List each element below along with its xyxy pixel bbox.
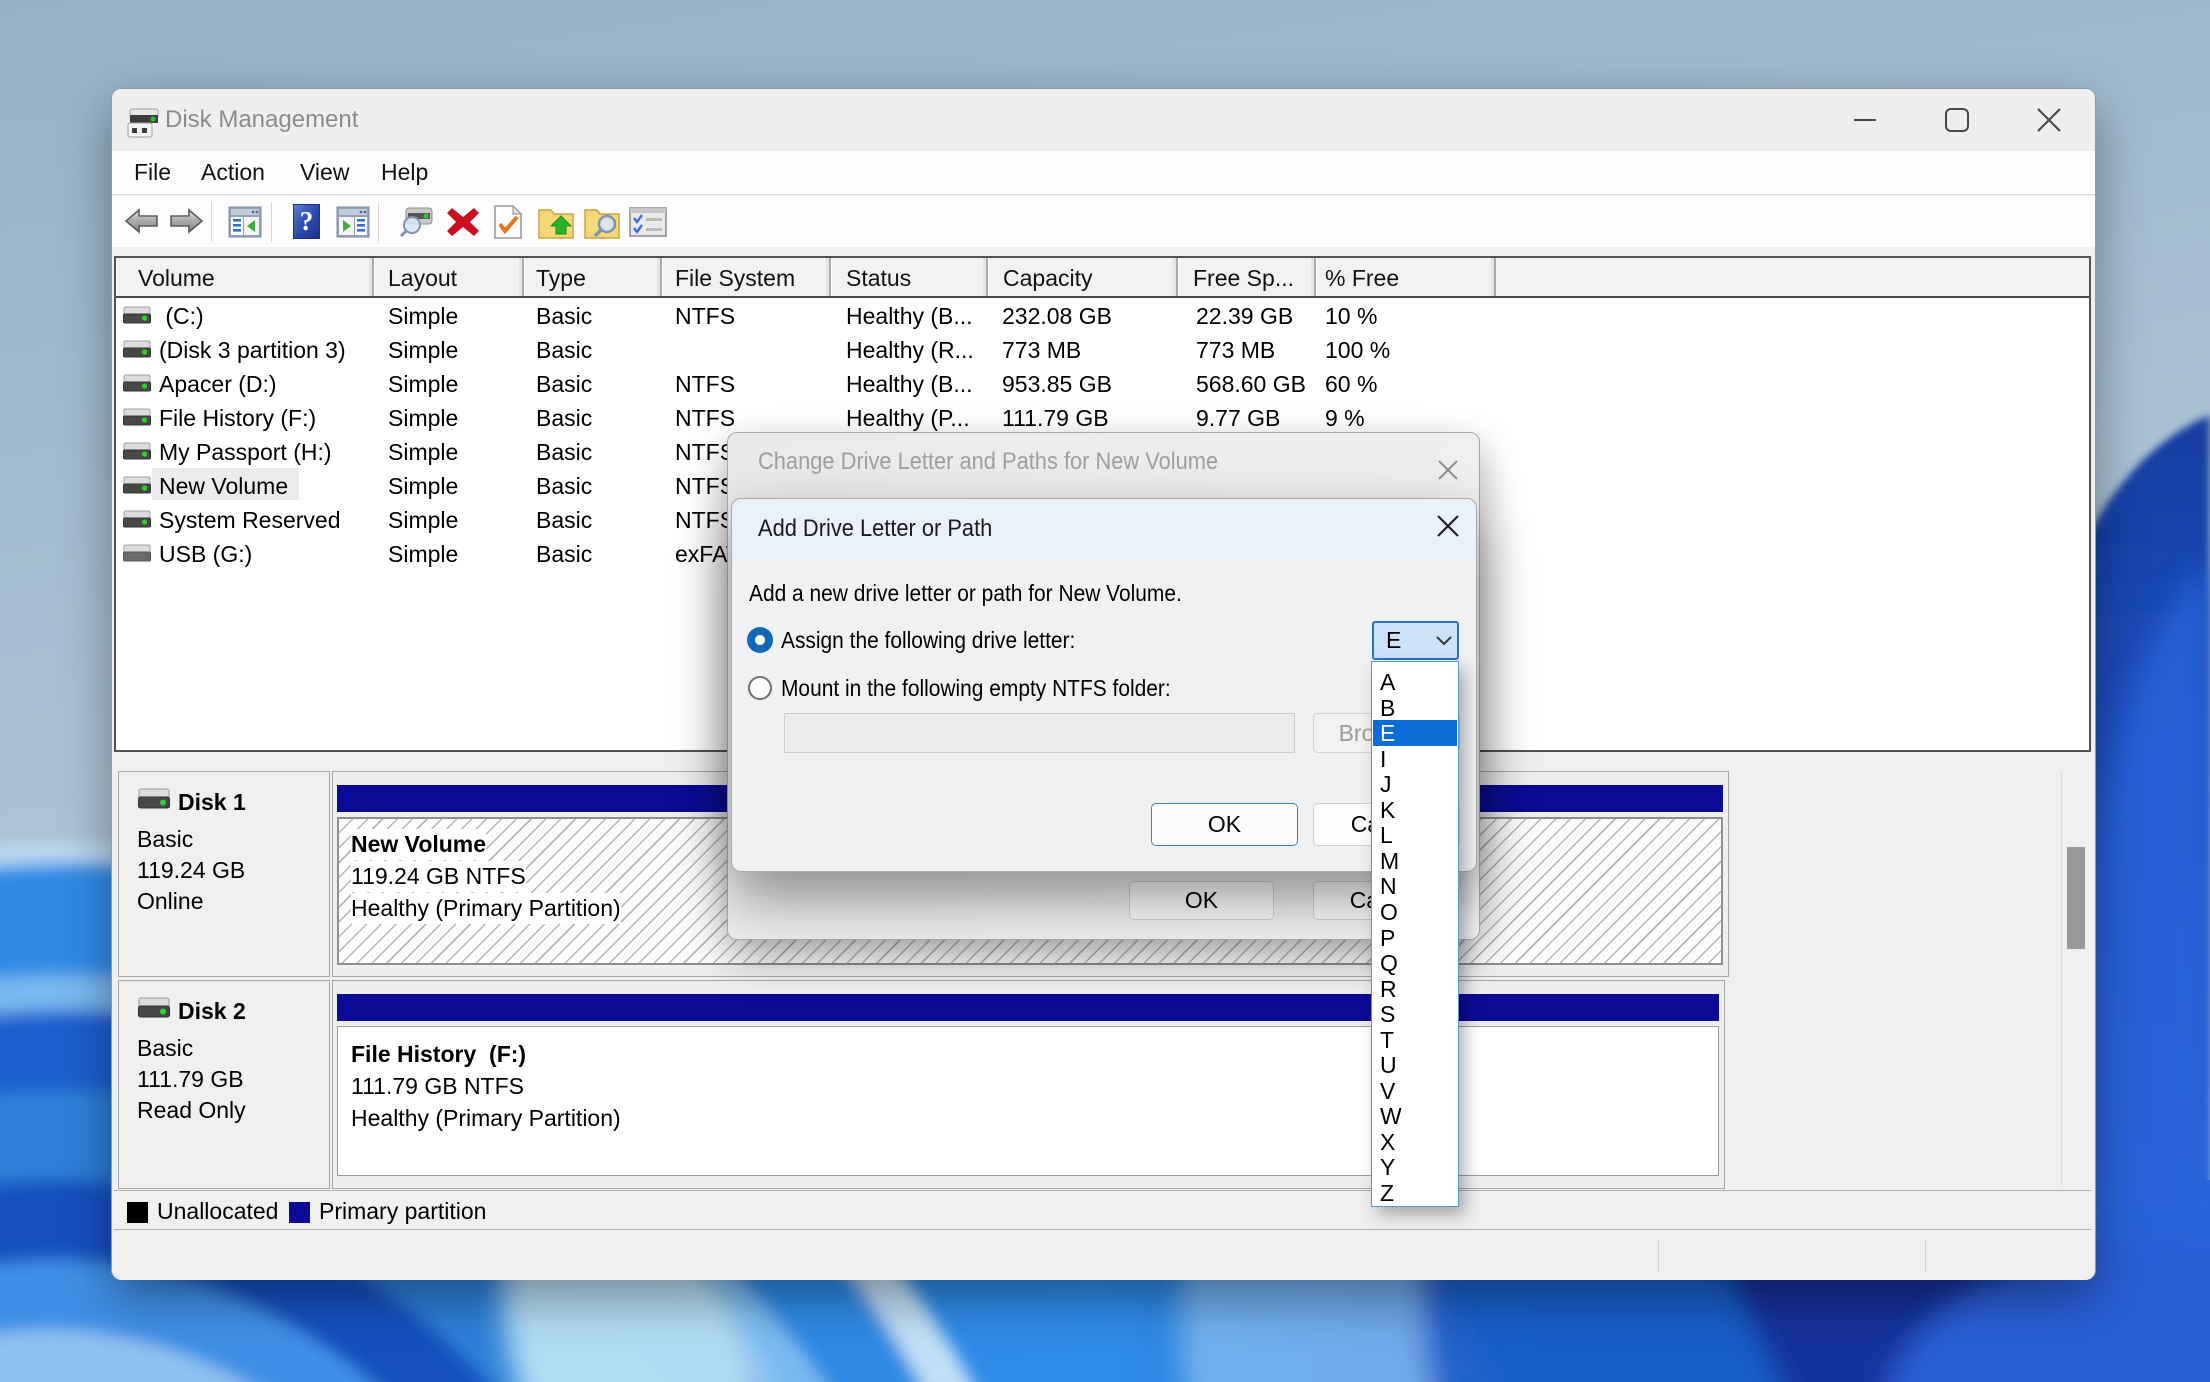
svg-text:?: ?	[300, 206, 314, 236]
